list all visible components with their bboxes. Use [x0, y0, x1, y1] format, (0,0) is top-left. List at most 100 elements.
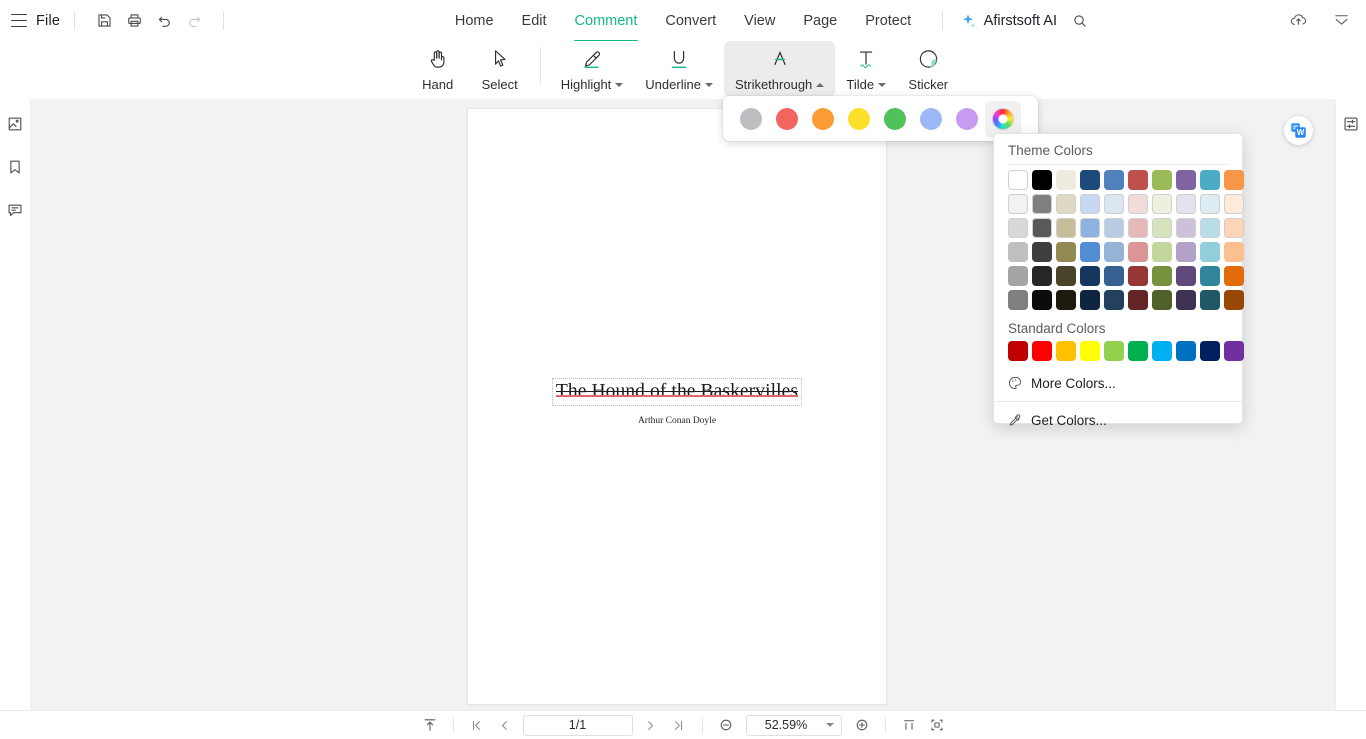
document-title[interactable]: The Hound of the Baskervilles	[551, 378, 803, 406]
tab-edit[interactable]: Edit	[508, 7, 561, 35]
afirstsoft-ai-button[interactable]: Afirstsoft AI	[959, 12, 1057, 30]
theme-color-r1-c7[interactable]	[1176, 194, 1196, 214]
tab-view[interactable]: View	[730, 7, 789, 35]
first-page-icon[interactable]	[463, 714, 491, 736]
theme-color-r4-c2[interactable]	[1056, 266, 1076, 286]
theme-color-r1-c5[interactable]	[1128, 194, 1148, 214]
theme-color-r3-c9[interactable]	[1224, 242, 1244, 262]
standard-color-8[interactable]	[1200, 341, 1220, 361]
theme-color-r0-c3[interactable]	[1080, 170, 1100, 190]
theme-color-r4-c8[interactable]	[1200, 266, 1220, 286]
chevron-down-icon[interactable]	[704, 82, 713, 87]
comment-panel-icon[interactable]	[4, 199, 26, 221]
previous-page-icon[interactable]	[491, 714, 519, 736]
theme-color-r3-c3[interactable]	[1080, 242, 1100, 262]
hamburger-menu-icon[interactable]	[11, 14, 27, 27]
print-icon[interactable]	[119, 6, 149, 36]
standard-color-7[interactable]	[1176, 341, 1196, 361]
swatch-orange[interactable]	[805, 101, 841, 137]
theme-color-r3-c7[interactable]	[1176, 242, 1196, 262]
theme-color-r4-c9[interactable]	[1224, 266, 1244, 286]
tab-protect[interactable]: Protect	[851, 7, 925, 35]
theme-color-r5-c0[interactable]	[1008, 290, 1028, 310]
fit-page-icon[interactable]	[416, 714, 444, 736]
theme-color-r4-c0[interactable]	[1008, 266, 1028, 286]
theme-color-r2-c9[interactable]	[1224, 218, 1244, 238]
more-colors-item[interactable]: More Colors...	[994, 369, 1242, 397]
tab-comment[interactable]: Comment	[561, 7, 652, 42]
page-number-input[interactable]: 1/1	[522, 714, 633, 736]
swatch-purple[interactable]	[949, 101, 985, 137]
theme-color-r0-c1[interactable]	[1032, 170, 1052, 190]
theme-color-r4-c6[interactable]	[1152, 266, 1172, 286]
theme-color-r5-c6[interactable]	[1152, 290, 1172, 310]
get-colors-item[interactable]: Get Colors...	[994, 406, 1242, 434]
theme-color-r4-c5[interactable]	[1128, 266, 1148, 286]
theme-color-r2-c8[interactable]	[1200, 218, 1220, 238]
redo-icon[interactable]	[179, 6, 209, 36]
theme-color-r2-c4[interactable]	[1104, 218, 1124, 238]
search-icon[interactable]	[1072, 13, 1088, 29]
file-menu-button[interactable]: File	[36, 13, 60, 29]
theme-color-r5-c1[interactable]	[1032, 290, 1052, 310]
theme-color-r5-c7[interactable]	[1176, 290, 1196, 310]
chevron-down-icon[interactable]	[825, 723, 834, 727]
theme-color-r1-c3[interactable]	[1080, 194, 1100, 214]
theme-color-r3-c4[interactable]	[1104, 242, 1124, 262]
theme-color-r0-c7[interactable]	[1176, 170, 1196, 190]
page-thumbnails-icon[interactable]	[4, 113, 26, 135]
theme-color-r0-c8[interactable]	[1200, 170, 1220, 190]
zoom-level-select[interactable]: 52.59%	[745, 714, 842, 736]
theme-color-r3-c1[interactable]	[1032, 242, 1052, 262]
standard-color-1[interactable]	[1032, 341, 1052, 361]
theme-color-r1-c4[interactable]	[1104, 194, 1124, 214]
undo-icon[interactable]	[149, 6, 179, 36]
theme-color-r2-c2[interactable]	[1056, 218, 1076, 238]
theme-color-r5-c5[interactable]	[1128, 290, 1148, 310]
theme-color-r1-c0[interactable]	[1008, 194, 1028, 214]
save-icon[interactable]	[89, 6, 119, 36]
theme-color-r3-c6[interactable]	[1152, 242, 1172, 262]
tool-hand[interactable]: Hand	[407, 41, 469, 97]
theme-color-r3-c2[interactable]	[1056, 242, 1076, 262]
tool-tilde[interactable]: Tilde	[835, 41, 897, 97]
swatch-yellow[interactable]	[841, 101, 877, 137]
theme-color-r2-c5[interactable]	[1128, 218, 1148, 238]
theme-color-r0-c0[interactable]	[1008, 170, 1028, 190]
tab-home[interactable]: Home	[441, 7, 508, 35]
theme-color-r5-c4[interactable]	[1104, 290, 1124, 310]
theme-color-r3-c8[interactable]	[1200, 242, 1220, 262]
tab-convert[interactable]: Convert	[651, 7, 730, 35]
zoom-in-icon[interactable]	[848, 714, 876, 736]
theme-color-r0-c9[interactable]	[1224, 170, 1244, 190]
theme-color-r2-c3[interactable]	[1080, 218, 1100, 238]
swatch-red[interactable]	[769, 101, 805, 137]
theme-color-r4-c1[interactable]	[1032, 266, 1052, 286]
theme-color-r1-c9[interactable]	[1224, 194, 1244, 214]
cloud-upload-icon[interactable]	[1283, 6, 1313, 36]
tab-page[interactable]: Page	[789, 7, 851, 35]
standard-color-9[interactable]	[1224, 341, 1244, 361]
standard-color-3[interactable]	[1080, 341, 1100, 361]
theme-color-r1-c2[interactable]	[1056, 194, 1076, 214]
theme-color-r2-c7[interactable]	[1176, 218, 1196, 238]
fit-width-icon[interactable]	[923, 714, 951, 736]
theme-color-r0-c5[interactable]	[1128, 170, 1148, 190]
theme-color-r2-c6[interactable]	[1152, 218, 1172, 238]
collapse-ribbon-icon[interactable]	[1326, 6, 1356, 36]
strikethrough-annotation-red[interactable]	[555, 395, 799, 397]
theme-color-r0-c4[interactable]	[1104, 170, 1124, 190]
chevron-down-icon[interactable]	[878, 82, 887, 87]
standard-color-4[interactable]	[1104, 341, 1124, 361]
zoom-out-icon[interactable]	[712, 714, 740, 736]
pdf-page[interactable]: The Hound of the Baskervilles Arthur Con…	[468, 109, 886, 704]
bookmark-icon[interactable]	[4, 156, 26, 178]
swatch-blue[interactable]	[913, 101, 949, 137]
properties-panel-icon[interactable]	[1340, 113, 1362, 135]
swatch-green[interactable]	[877, 101, 913, 137]
theme-color-r2-c1[interactable]	[1032, 218, 1052, 238]
theme-color-r1-c6[interactable]	[1152, 194, 1172, 214]
tool-underline[interactable]: Underline	[634, 41, 724, 97]
theme-color-r0-c2[interactable]	[1056, 170, 1076, 190]
swatch-gray[interactable]	[733, 101, 769, 137]
